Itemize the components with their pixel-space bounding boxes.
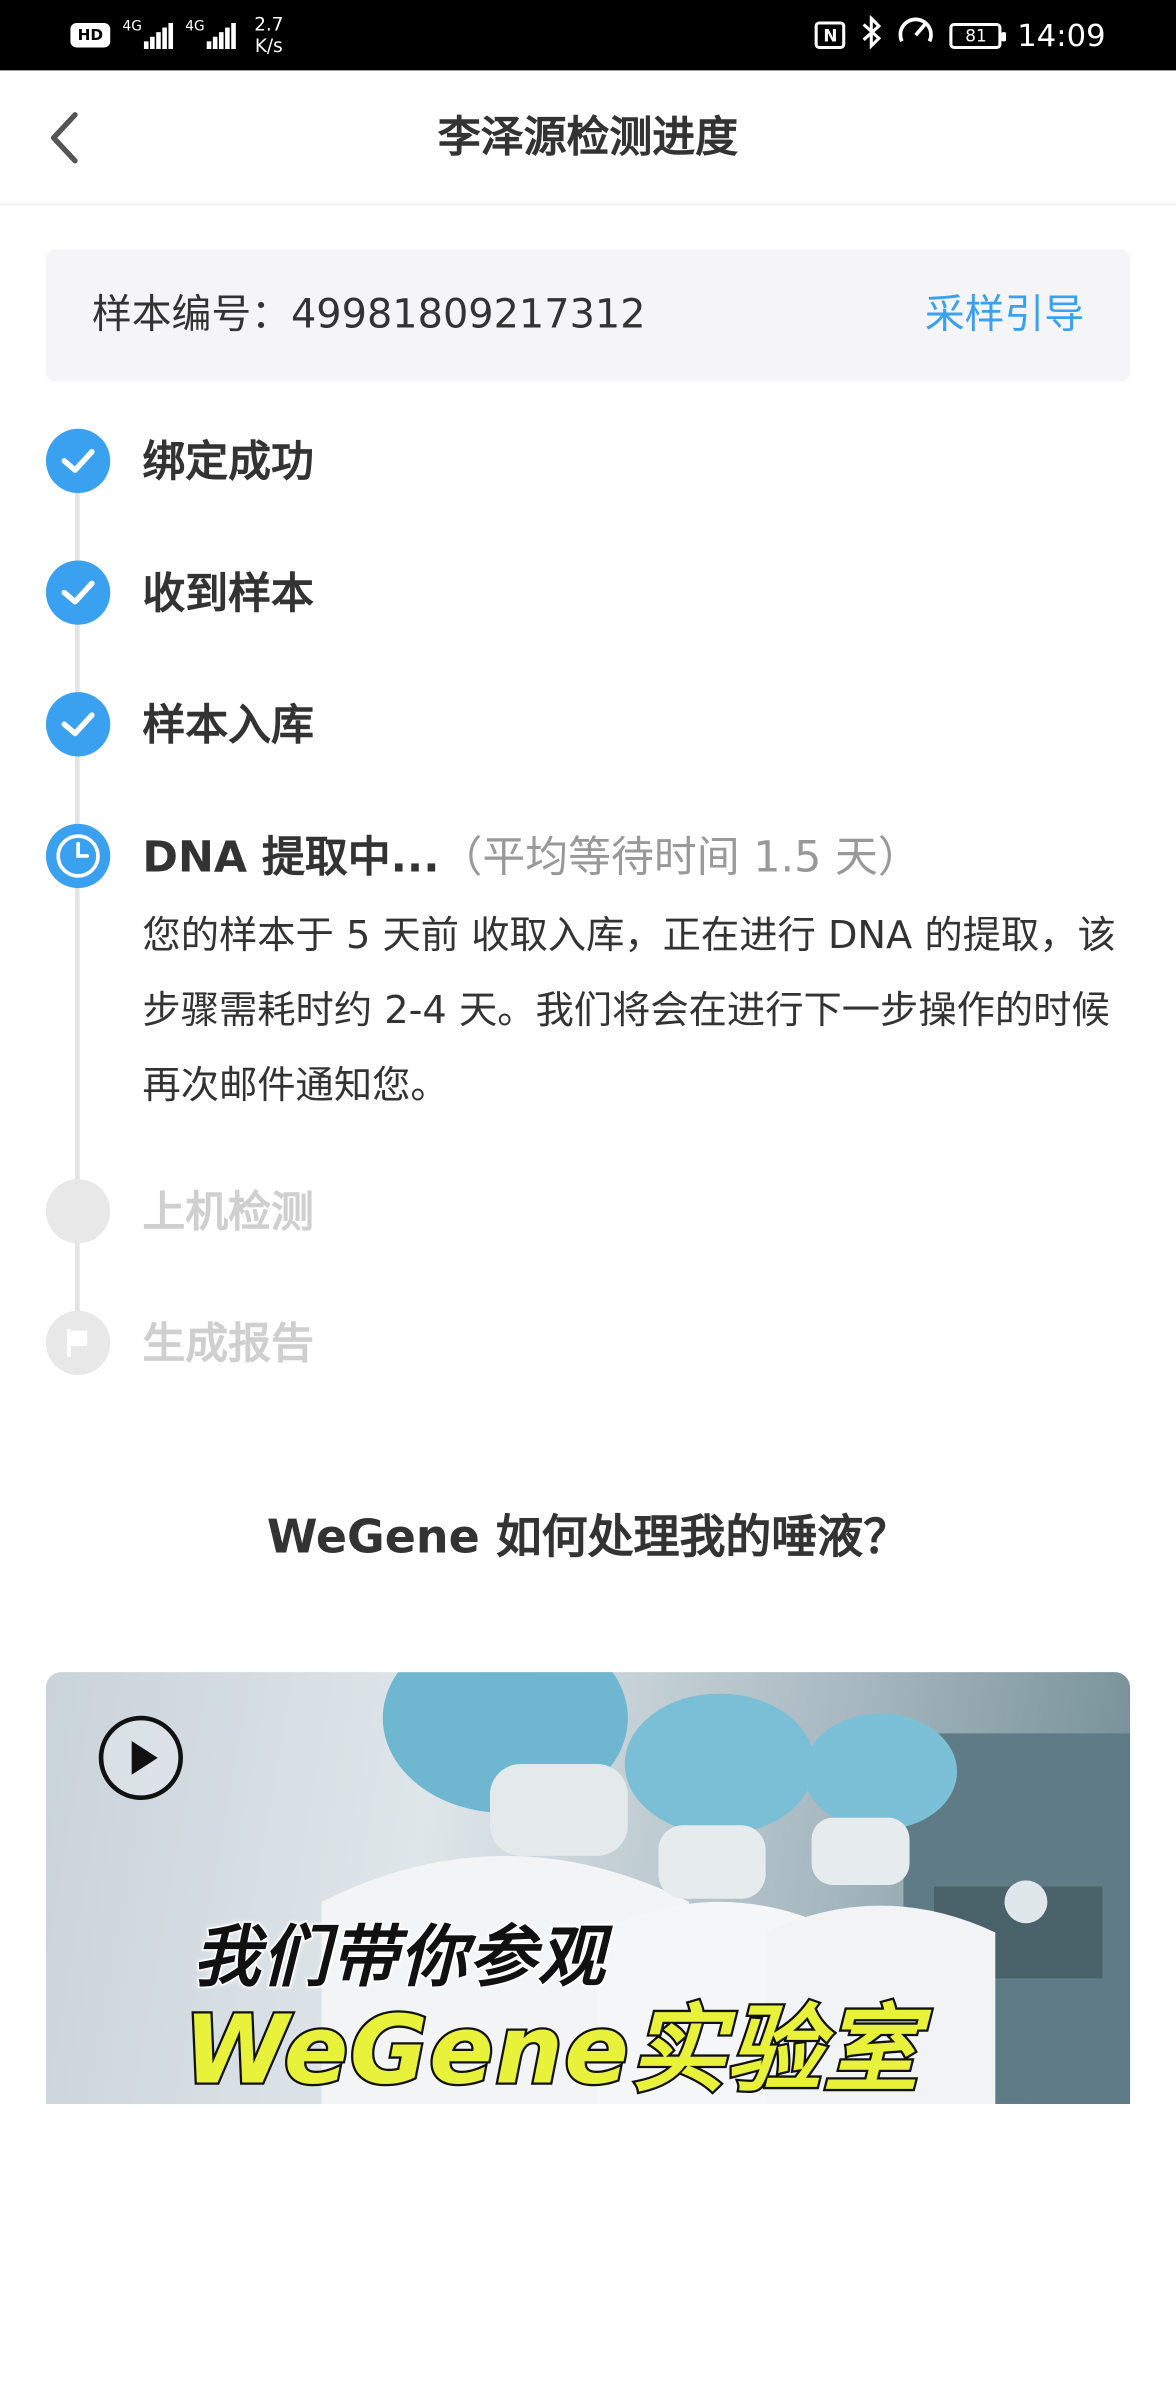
sample-number-label: 样本编号：: [91, 292, 291, 339]
clock-icon: [45, 823, 111, 889]
video-section-title: WeGene 如何处理我的唾液？: [266, 1511, 910, 1565]
app-screen: HD 4G 4G 2.7 K/s N 81 14:09 李泽源检测进度 样本编号…: [0, 0, 1176, 2400]
status-bar-right: N 81 14:09: [815, 0, 1106, 70]
bluetooth-icon: [861, 13, 882, 56]
step-label: 上机检测: [142, 1186, 314, 1238]
sim2-network-label: 4G: [185, 19, 205, 36]
flag-icon: [45, 1310, 111, 1376]
step-label: 收到样本: [142, 568, 314, 619]
network-speed-value: 2.7: [254, 13, 284, 36]
network-speed-unit: K/s: [254, 35, 283, 57]
sample-number-value: 49981809217312: [290, 292, 646, 339]
battery-icon: 81: [949, 22, 1007, 49]
play-icon[interactable]: [98, 1715, 184, 1801]
nfc-icon: N: [815, 21, 846, 49]
progress-timeline: 绑定成功 收到样本 样本入库 DNA 提取中...（平均等待时间 1.5 天） …: [0, 413, 1176, 1393]
nav-bar: 李泽源检测进度: [0, 70, 1176, 206]
step-label: 生成报告: [142, 1318, 314, 1369]
step-label: 样本入库: [142, 699, 314, 751]
check-icon: [45, 560, 111, 625]
status-bar: HD 4G 4G 2.7 K/s N 81 14:09: [0, 0, 1176, 71]
timeline-line-done: [75, 459, 80, 843]
step-label-text: DNA 提取中...: [142, 831, 440, 882]
step-description: 您的样本于 5 天前 收取入库，正在进行 DNA 的提取，该步骤需耗时约 2-4…: [142, 912, 1116, 1108]
step-wait-note: （平均等待时间 1.5 天）: [439, 831, 921, 882]
status-time: 14:09: [1017, 16, 1106, 54]
sim2-signal-icon: 4G: [185, 21, 236, 49]
back-button[interactable]: [34, 101, 95, 175]
network-speed: 2.7 K/s: [254, 14, 283, 57]
pending-dot-icon: [45, 1179, 111, 1244]
step-label: DNA 提取中...（平均等待时间 1.5 天）: [142, 824, 920, 891]
sampling-guide-link[interactable]: 采样引导: [925, 250, 1084, 382]
speedometer-icon: [898, 15, 935, 56]
sample-number: 样本编号：49981809217312: [92, 250, 646, 382]
video-headline-line2: WeGene实验室: [181, 1991, 920, 2107]
check-icon: [45, 692, 111, 757]
step-label: 绑定成功: [142, 436, 314, 487]
status-bar-left: HD 4G 4G 2.7 K/s: [70, 0, 283, 70]
chevron-left-icon: [50, 112, 78, 164]
sim1-signal-icon: 4G: [123, 21, 174, 49]
sample-card: 样本编号：49981809217312 采样引导: [45, 249, 1131, 382]
hd-voice-icon: HD: [70, 22, 111, 48]
sim1-network-label: 4G: [122, 19, 142, 36]
lab-tour-video[interactable]: 我们带你参观 WeGene实验室: [45, 1672, 1131, 2108]
step-dna-extraction: DNA 提取中...（平均等待时间 1.5 天） 您的样本于 5 天前 收取入库…: [45, 823, 1133, 1130]
check-icon: [45, 428, 111, 494]
page-title: 李泽源检测进度: [437, 111, 739, 163]
